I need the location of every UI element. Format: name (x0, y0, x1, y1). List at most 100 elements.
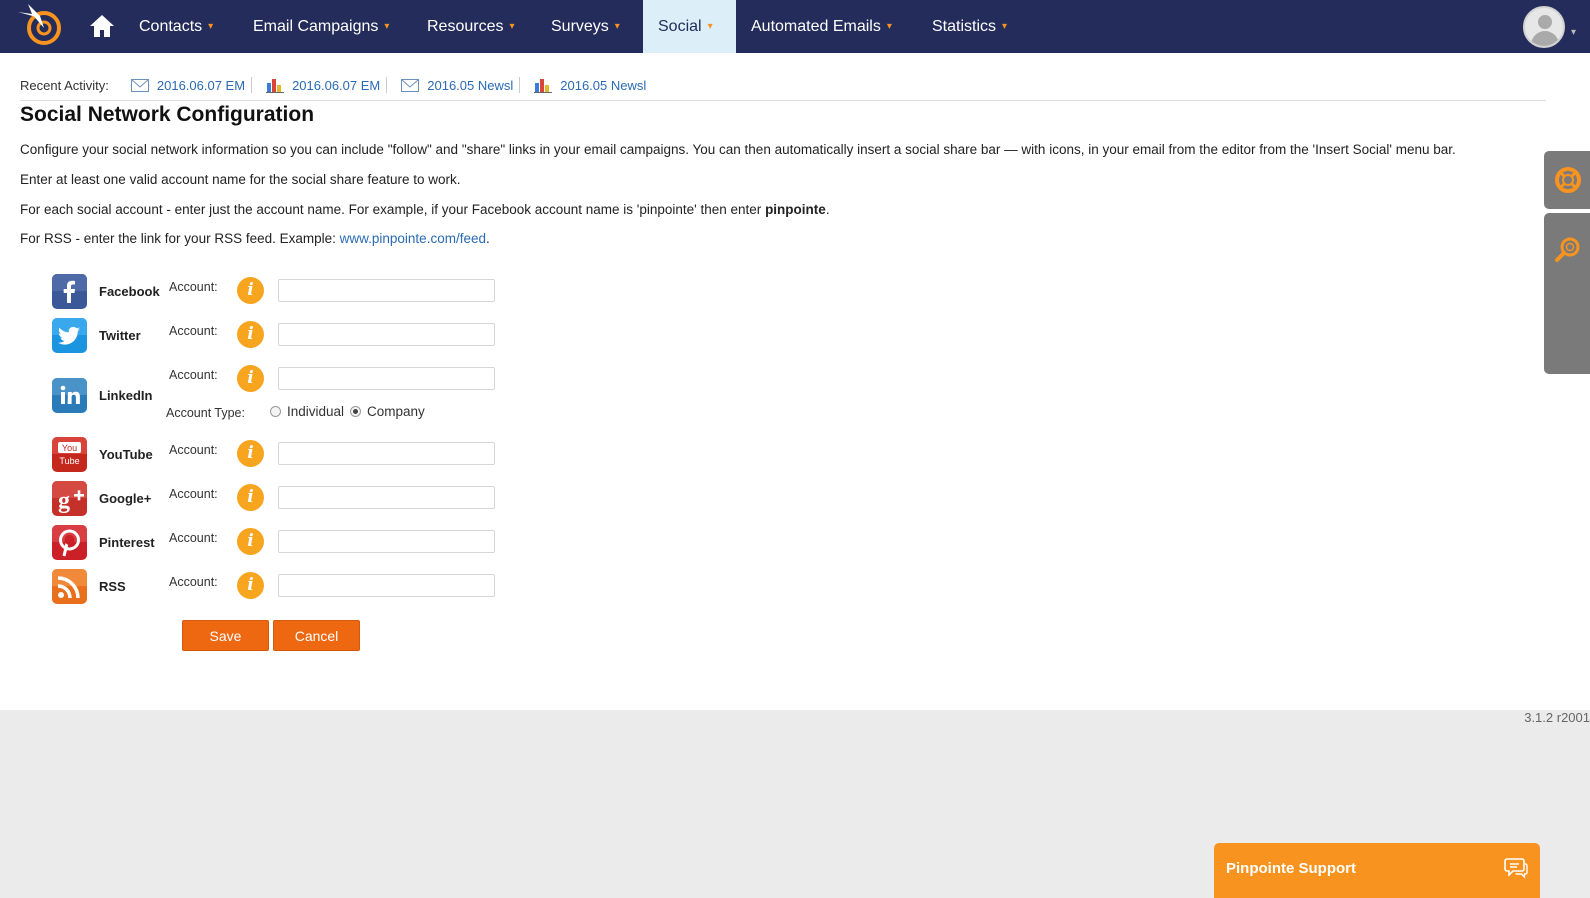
nav-contacts[interactable]: Contacts ▾ (124, 0, 228, 53)
nav-statistics[interactable]: Statistics ▾ (917, 0, 1022, 53)
radio-individual[interactable]: Individual (270, 404, 344, 419)
recent-activity-link[interactable]: 2016.05 Newsl (427, 78, 513, 93)
chevron-down-icon: ▾ (614, 21, 620, 32)
svg-text:You: You (62, 443, 77, 453)
cancel-button[interactable]: Cancel (273, 620, 360, 651)
recent-activity-item[interactable]: 2016.05 Newsl (534, 77, 646, 93)
chevron-down-icon: ▾ (1002, 21, 1008, 32)
recent-activity-item[interactable]: 2016.06.07 EM (130, 77, 253, 93)
divider (20, 100, 1546, 101)
radio-button[interactable] (270, 406, 281, 417)
nav-resources[interactable]: Resources ▾ (412, 0, 530, 53)
nav-label: Surveys (551, 17, 609, 35)
support-chat-widget[interactable]: Pinpointe Support (1214, 843, 1540, 898)
nav-automated-emails[interactable]: Automated Emails ▾ (736, 0, 907, 53)
chevron-down-icon: ▾ (384, 21, 390, 32)
rss-label: RSS (99, 579, 126, 594)
top-nav: Contacts ▾ Email Campaigns ▾ Resources ▾… (0, 0, 1590, 53)
facebook-account-input[interactable] (278, 279, 495, 302)
nav-label: Contacts (139, 17, 203, 35)
svg-text:Tube: Tube (59, 456, 79, 466)
pinterest-icon (52, 525, 87, 560)
linkedin-icon (52, 378, 87, 413)
nav-social[interactable]: Social ▾ (643, 0, 736, 53)
user-menu[interactable]: ▾ (1522, 6, 1576, 48)
youtube-account-input[interactable] (278, 442, 495, 465)
youtube-row: You Tube You Tube Account: i (52, 437, 512, 477)
rss-account-input[interactable] (278, 574, 495, 597)
info-icon[interactable]: i (237, 528, 264, 555)
recent-activity-link[interactable]: 2016.05 Newsl (560, 78, 646, 93)
googleplus-account-input[interactable] (278, 486, 495, 509)
recent-activity-item[interactable]: 2016.05 Newsl (401, 77, 521, 93)
chevron-down-icon: ▾ (886, 21, 892, 32)
avatar[interactable] (1522, 6, 1565, 48)
account-label: Account: (169, 531, 218, 545)
pinterest-label: Pinterest (99, 535, 155, 550)
chevron-down-icon: ▾ (208, 21, 214, 32)
instruction-text: For each social account - enter just the… (20, 202, 830, 217)
account-label: Account: (169, 443, 218, 457)
info-icon[interactable]: i (237, 484, 264, 511)
rss-row: RSS Account: i (52, 569, 512, 609)
rss-icon (52, 569, 87, 604)
search-side-tab[interactable] (1544, 213, 1590, 374)
facebook-label: Facebook (99, 284, 160, 299)
chevron-down-icon: ▾ (509, 21, 515, 32)
rss-instruction-text: For RSS - enter the link for your RSS fe… (20, 231, 490, 246)
linkedin-row: LinkedIn Account: i (52, 362, 512, 413)
nav-label: Email Campaigns (253, 17, 379, 35)
linkedin-label: LinkedIn (99, 388, 153, 403)
linkedin-account-input[interactable] (278, 367, 495, 390)
info-icon[interactable]: i (237, 321, 264, 348)
twitter-row: Twitter Account: i (52, 318, 512, 358)
account-label: Account: (169, 487, 218, 501)
envelope-icon (130, 78, 149, 92)
googleplus-row: g Google+ Account: i (52, 481, 512, 521)
nav-label: Social (658, 17, 702, 35)
svg-text:g: g (58, 488, 70, 514)
radio-label: Individual (287, 404, 345, 419)
info-icon[interactable]: i (237, 572, 264, 599)
recent-activity: Recent Activity: 2016.06.07 EM 2016.06.0… (20, 77, 660, 93)
twitter-label: Twitter (99, 328, 141, 343)
radio-company[interactable]: Company (350, 404, 425, 419)
support-label: Pinpointe Support (1226, 860, 1356, 877)
nav-label: Automated Emails (751, 17, 881, 35)
radio-button[interactable] (350, 406, 361, 417)
bar-chart-icon (266, 79, 285, 93)
info-icon[interactable]: i (237, 277, 264, 304)
pinterest-account-input[interactable] (278, 530, 495, 553)
intro-text: Configure your social network informatio… (20, 142, 1456, 157)
rss-example-link[interactable]: www.pinpointe.com/feed (340, 231, 486, 246)
nav-label: Resources (427, 17, 504, 35)
help-side-tab[interactable] (1544, 151, 1590, 209)
chat-bubble-icon (1504, 858, 1528, 879)
save-button[interactable]: Save (182, 620, 269, 651)
nav-surveys[interactable]: Surveys ▾ (536, 0, 635, 53)
version-label: 3.1.2 r2001 (1524, 710, 1590, 725)
recent-activity-link[interactable]: 2016.06.07 EM (292, 78, 380, 93)
info-icon[interactable]: i (237, 440, 264, 467)
nav-email-campaigns[interactable]: Email Campaigns ▾ (238, 0, 404, 53)
youtube-icon: You Tube (52, 437, 87, 472)
recent-activity-link[interactable]: 2016.06.07 EM (157, 78, 245, 93)
pinpointe-logo-icon[interactable] (18, 0, 66, 50)
chevron-down-icon: ▾ (707, 21, 713, 32)
googleplus-label: Google+ (99, 491, 152, 506)
main-content: Recent Activity: 2016.06.07 EM 2016.06.0… (0, 53, 1590, 710)
recent-activity-item[interactable]: 2016.06.07 EM (266, 77, 388, 93)
account-label: Account: (169, 575, 218, 589)
account-label: Account: (169, 280, 218, 294)
pinterest-row: Pinterest Account: i (52, 525, 512, 565)
nav-label: Statistics (932, 17, 997, 35)
account-label: Account: (169, 368, 218, 382)
home-icon[interactable] (89, 14, 115, 38)
account-type-label: Account Type: (166, 406, 245, 420)
search-icon (1555, 237, 1580, 262)
requirement-text: Enter at least one valid account name fo… (20, 172, 461, 187)
bar-chart-icon (534, 79, 553, 93)
info-icon[interactable]: i (237, 365, 264, 392)
twitter-account-input[interactable] (278, 323, 495, 346)
google-plus-icon: g (52, 481, 87, 516)
